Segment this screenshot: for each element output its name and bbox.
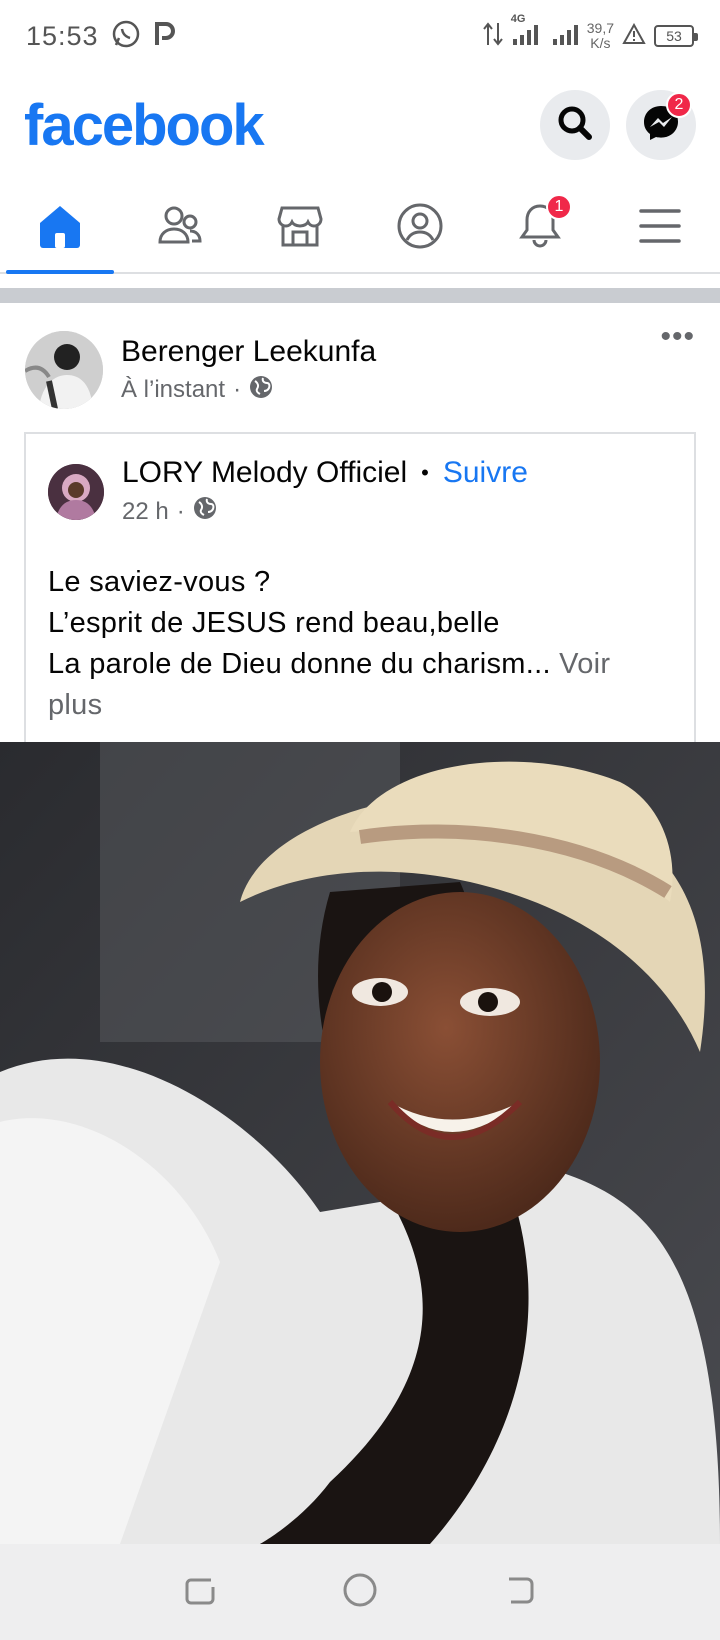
profile-icon: [396, 202, 444, 255]
app-header: facebook 2: [0, 80, 720, 170]
speed-value: 39,7: [586, 20, 614, 36]
whatsapp-icon: [111, 19, 141, 54]
signal-icon: 4G: [511, 13, 543, 52]
status-bar: 15:53 4G 39,7 K/s 53: [0, 0, 720, 72]
post-photo[interactable]: [0, 742, 720, 1544]
separator-dot: ·: [233, 376, 242, 403]
follow-link[interactable]: Suivre: [443, 456, 528, 490]
tab-notifications[interactable]: 1: [480, 184, 600, 272]
shared-post[interactable]: LORY Melody Officiel • Suivre 22 h · Le …: [24, 432, 696, 742]
separator-dot: ·: [176, 497, 185, 525]
avatar[interactable]: [25, 331, 103, 409]
post-time[interactable]: À l’instant: [121, 376, 225, 404]
messenger-badge: 2: [666, 92, 692, 118]
tab-home[interactable]: [0, 184, 120, 274]
tab-profile[interactable]: [360, 184, 480, 272]
separator-dot: •: [421, 460, 429, 485]
network-speed: 39,7 K/s: [587, 21, 614, 51]
battery-level: 53: [666, 28, 682, 44]
search-icon: [555, 103, 595, 148]
notifications-badge: 1: [546, 194, 572, 220]
home-icon: [36, 203, 84, 254]
back-button[interactable]: [500, 1572, 540, 1612]
text-line: Le saviez-vous ?: [48, 566, 271, 598]
globe-icon: [193, 496, 217, 527]
data-arrows-icon: [482, 21, 503, 52]
speed-unit: K/s: [590, 35, 611, 51]
feed-divider: [0, 288, 720, 303]
facebook-logo[interactable]: facebook: [24, 92, 265, 159]
tab-marketplace[interactable]: [240, 184, 360, 272]
menu-icon: [638, 206, 682, 251]
shared-author[interactable]: LORY Melody Officiel: [122, 456, 407, 490]
shared-subline: 22 h ·: [122, 496, 528, 527]
text-line: L’esprit de JESUS rend beau,belle: [48, 607, 500, 639]
store-icon: [276, 203, 324, 254]
p-app-icon: [153, 21, 177, 52]
shared-post-text: Le saviez-vous ? L’esprit de JESUS rend …: [48, 562, 664, 726]
home-circle-icon: [342, 1572, 378, 1613]
network-type: 4G: [510, 12, 526, 25]
android-nav-bar: [0, 1544, 720, 1640]
post-header: Berenger Leekunfa À l’instant · •••: [25, 322, 695, 410]
tab-bar: 1: [0, 184, 720, 274]
post-author[interactable]: Berenger Leekunfa: [121, 335, 376, 369]
home-nav-button[interactable]: [340, 1572, 380, 1612]
back-icon: [503, 1573, 537, 1612]
globe-icon: [249, 375, 273, 406]
alert-icon: [622, 22, 646, 50]
shared-time[interactable]: 22 h: [122, 498, 169, 526]
text-line-content: La parole de Dieu donne du charism...: [48, 648, 551, 680]
tab-menu[interactable]: [600, 184, 720, 272]
recent-apps-button[interactable]: [180, 1572, 220, 1612]
status-time: 15:53: [26, 20, 99, 51]
shared-avatar[interactable]: [48, 463, 104, 520]
tab-friends[interactable]: [120, 184, 240, 272]
post-more-button[interactable]: •••: [660, 322, 695, 352]
post-subline: À l’instant ·: [121, 375, 376, 406]
battery-icon: 53: [654, 25, 698, 47]
shared-post-header: LORY Melody Officiel • Suivre 22 h ·: [48, 456, 528, 527]
recent-apps-icon: [183, 1573, 217, 1612]
search-button[interactable]: [540, 90, 610, 160]
friends-icon: [156, 204, 204, 253]
signal-icon-2: [551, 21, 579, 52]
messenger-button[interactable]: 2: [626, 90, 696, 160]
text-line: La parole de Dieu donne du charism... Vo…: [48, 644, 664, 726]
